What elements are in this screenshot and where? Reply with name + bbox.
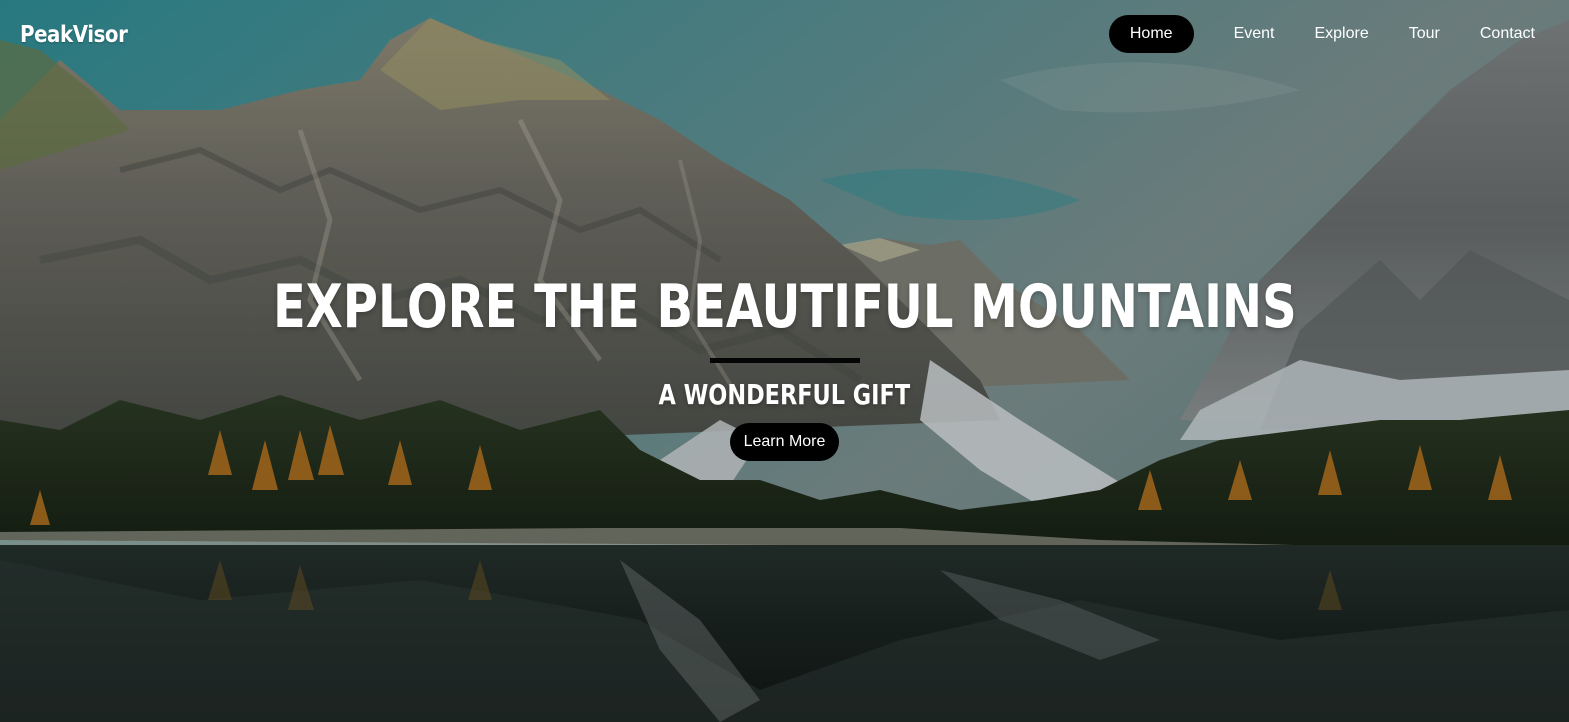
main-nav: Home Event Explore Tour Contact: [1108, 15, 1555, 53]
hero-content: EXPLORE THE BEAUTIFUL MOUNTAINS A WONDER…: [0, 268, 1569, 461]
hero-subheadline: A WONDERFUL GIFT: [658, 378, 911, 411]
nav-item-home[interactable]: Home: [1108, 15, 1194, 53]
nav-item-contact[interactable]: Contact: [1460, 15, 1555, 53]
headline-divider: [709, 358, 860, 363]
hero-section: PeakVisor Home Event Explore Tour Contac…: [0, 0, 1569, 722]
cta-container: Learn More: [0, 423, 1569, 461]
learn-more-button[interactable]: Learn More: [729, 423, 840, 461]
top-navbar: PeakVisor Home Event Explore Tour Contac…: [0, 0, 1569, 70]
nav-item-event[interactable]: Event: [1214, 15, 1295, 53]
nav-item-explore[interactable]: Explore: [1294, 15, 1388, 53]
nav-item-tour[interactable]: Tour: [1389, 15, 1460, 53]
hero-headline: EXPLORE THE BEAUTIFUL MOUNTAINS: [272, 272, 1297, 342]
brand-logo[interactable]: PeakVisor: [20, 18, 128, 52]
